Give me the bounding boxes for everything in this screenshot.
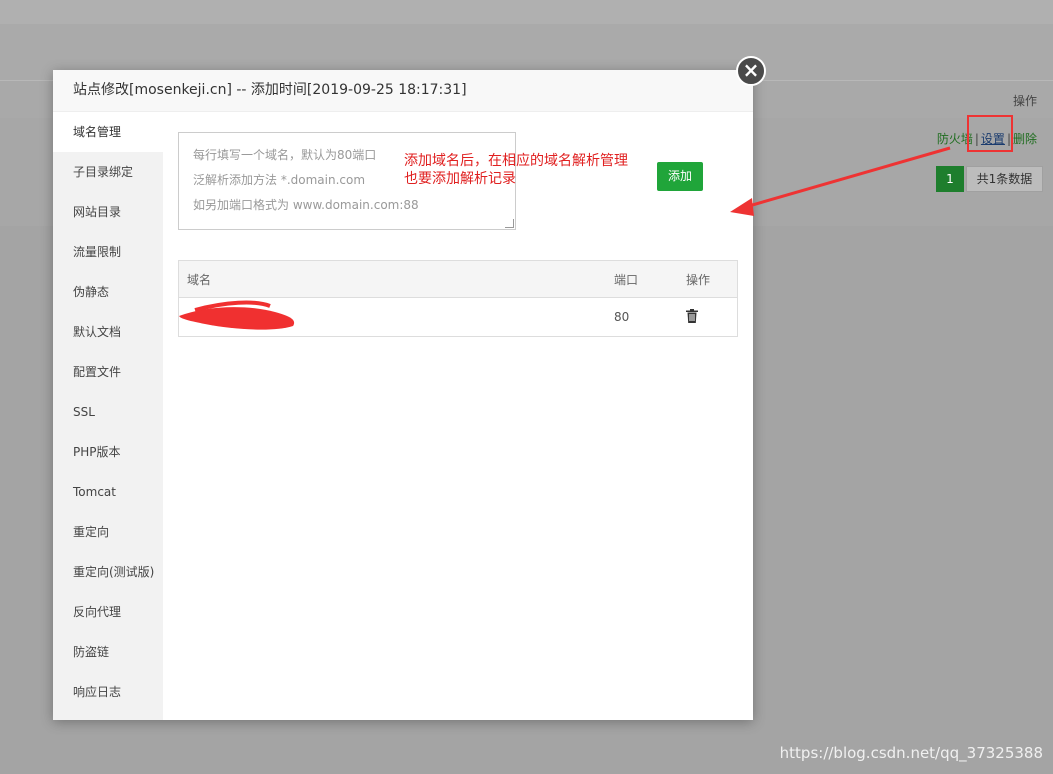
watermark: https://blog.csdn.net/qq_37325388 (779, 744, 1043, 762)
annotation-arrow (730, 146, 951, 216)
